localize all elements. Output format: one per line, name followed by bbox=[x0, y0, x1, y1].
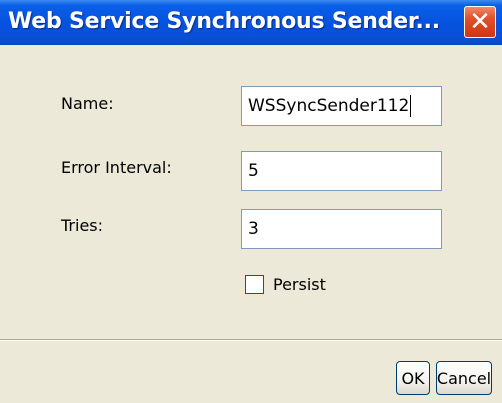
button-bar: OK Cancel bbox=[0, 341, 502, 403]
tries-value: 3 bbox=[248, 219, 259, 239]
dialog-title: Web Service Synchronous Sender... bbox=[8, 9, 440, 34]
dialog-window: Web Service Synchronous Sender... ✕ Name… bbox=[0, 0, 502, 403]
cancel-button[interactable]: Cancel bbox=[436, 361, 492, 395]
tries-field[interactable]: 3 bbox=[241, 209, 442, 249]
form-panel: Name: WSSyncSender112 Error Interval: 5 … bbox=[0, 45, 502, 339]
title-bar[interactable]: Web Service Synchronous Sender... ✕ bbox=[0, 0, 502, 45]
error-interval-field[interactable]: 5 bbox=[241, 151, 442, 191]
ok-button[interactable]: OK bbox=[396, 361, 430, 395]
name-field-value: WSSyncSender112 bbox=[248, 96, 410, 116]
name-field[interactable]: WSSyncSender112 bbox=[241, 86, 442, 126]
name-label: Name: bbox=[61, 94, 114, 113]
tries-label: Tries: bbox=[61, 216, 104, 235]
error-interval-label: Error Interval: bbox=[61, 158, 172, 177]
text-caret bbox=[410, 95, 412, 117]
close-icon: ✕ bbox=[469, 7, 491, 37]
persist-checkbox[interactable] bbox=[245, 275, 264, 294]
persist-label[interactable]: Persist bbox=[273, 275, 326, 294]
error-interval-value: 5 bbox=[248, 161, 259, 181]
close-button[interactable]: ✕ bbox=[464, 6, 496, 38]
